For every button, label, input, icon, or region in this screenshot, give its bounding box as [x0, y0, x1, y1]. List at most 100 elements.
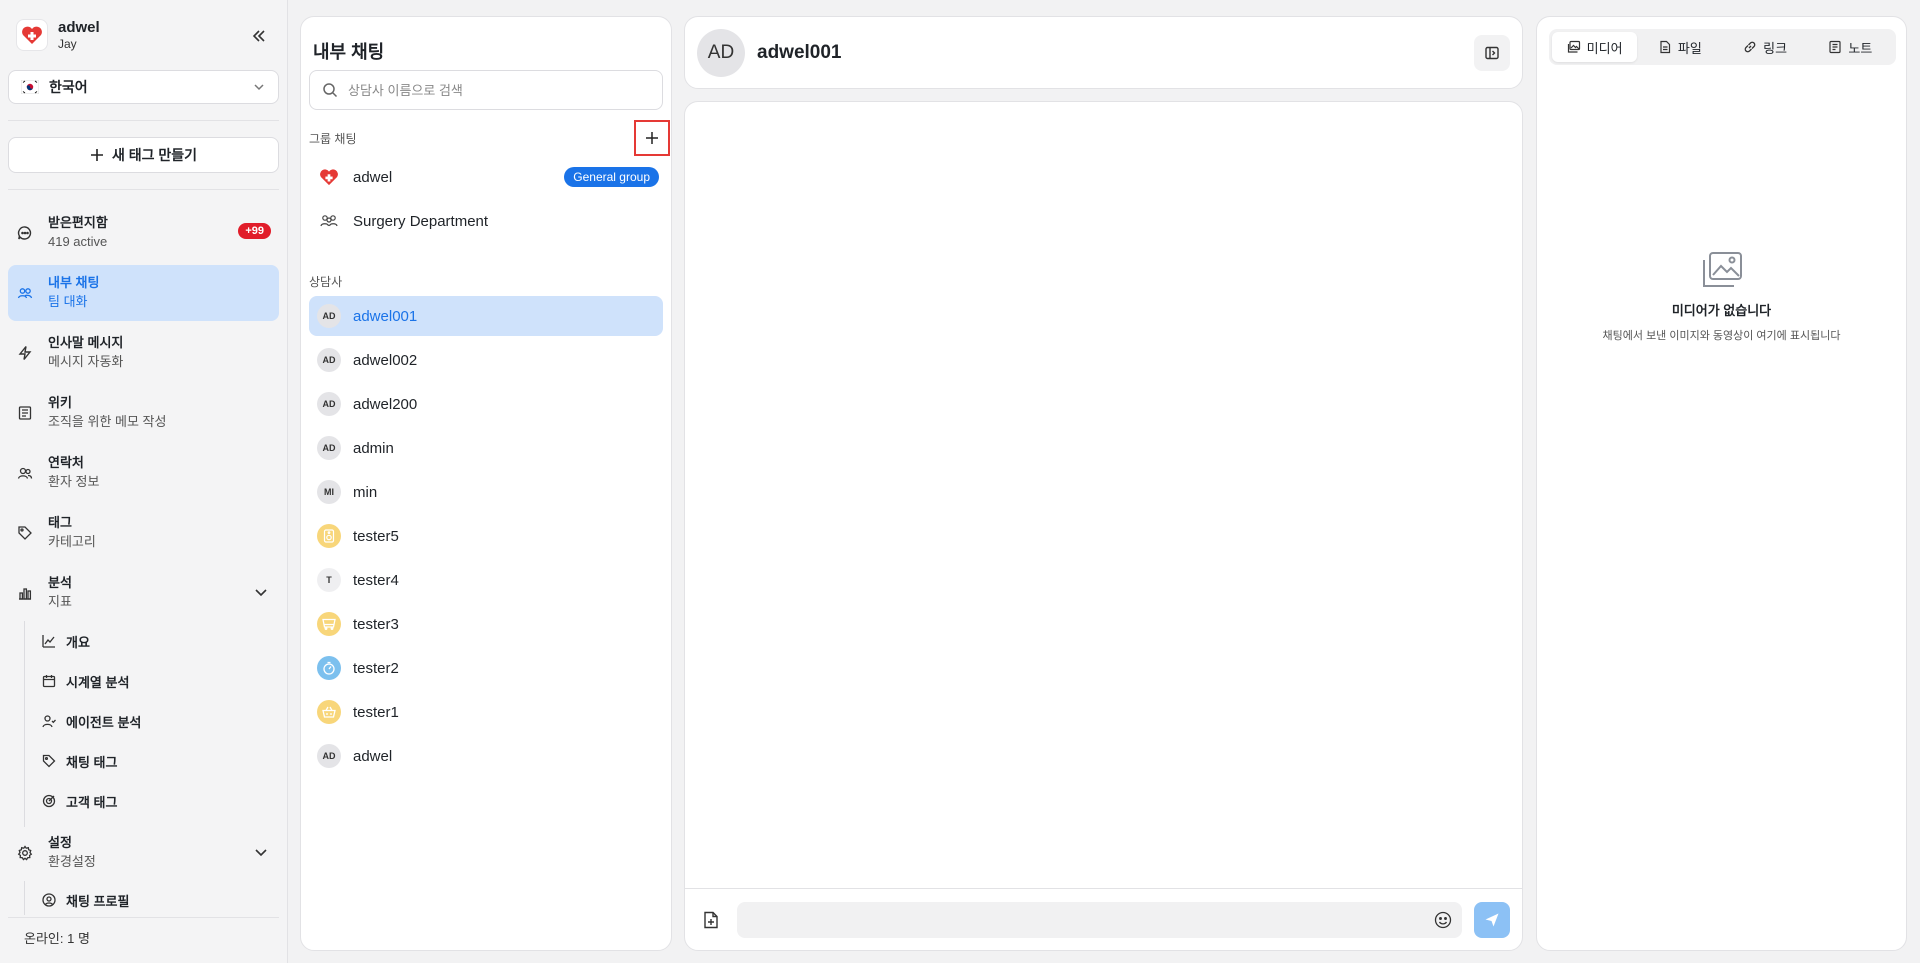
collapse-sidebar-button[interactable] [247, 24, 271, 48]
korea-flag-icon [21, 80, 39, 94]
attach-file-button[interactable] [697, 906, 725, 934]
divider [8, 120, 279, 121]
nav-subtitle: 환자 정보 [48, 474, 100, 489]
nav-title: 위키 [48, 395, 72, 410]
agent-row-selected[interactable]: AD adwel001 [309, 296, 663, 336]
search-icon [323, 83, 338, 98]
tab-label: 미디어 [1586, 40, 1623, 56]
group-section-label: 그룹 채팅 [309, 132, 357, 146]
send-icon [1485, 913, 1499, 926]
brand-name: adwel [58, 19, 100, 36]
brand-user: Jay [58, 37, 77, 51]
nav-title: 받은편지함 [48, 215, 108, 230]
chevron-down-icon[interactable] [253, 844, 269, 863]
toggle-side-panel-button[interactable] [1474, 35, 1510, 71]
agent-row[interactable]: tester2 [309, 648, 663, 688]
agent-name: min [353, 483, 378, 501]
tab-media[interactable]: 미디어 [1552, 32, 1638, 62]
nav-title: 연락처 [48, 455, 84, 470]
search-input[interactable] [348, 82, 650, 98]
agent-name: adwel200 [353, 395, 418, 413]
nav-title: 태그 [48, 515, 72, 530]
avatar: MI [317, 480, 341, 504]
add-group-button[interactable] [634, 120, 670, 156]
tab-files[interactable]: 파일 [1637, 32, 1722, 62]
document-icon [16, 404, 34, 422]
avatar: T [317, 568, 341, 592]
conversation-header: AD adwel001 [684, 16, 1523, 89]
search-box[interactable] [309, 70, 663, 110]
nav-item-contacts[interactable]: 연락처환자 정보 [8, 445, 279, 501]
agent-row[interactable]: tester3 [309, 604, 663, 644]
nav-item-greeting[interactable]: 인사말 메시지 메시지 자동화 [8, 325, 279, 381]
double-chevron-left-icon [252, 30, 265, 42]
users-icon [16, 464, 34, 482]
send-button[interactable] [1474, 901, 1510, 938]
nav-title: 인사말 메시지 [48, 335, 124, 350]
agent-row[interactable]: tester1 [309, 692, 663, 732]
emoji-icon[interactable] [1434, 911, 1452, 929]
nav-item-internal-chat[interactable]: 내부 채팅 팀 대화 [8, 265, 279, 321]
nav-item-analytics[interactable]: 분석 지표 [8, 565, 279, 621]
message-input[interactable] [737, 901, 1462, 938]
empty-media-state: 미디어가 없습니다 채팅에서 보낸 이미지와 동영상이 여기에 표시됩니다 [1537, 251, 1906, 343]
divider [8, 917, 279, 918]
language-label: 한국어 [49, 79, 88, 95]
tab-links[interactable]: 링크 [1723, 32, 1808, 62]
calendar-icon [42, 675, 56, 688]
sub-item-label: 채팅 프로필 [66, 893, 130, 909]
group-row[interactable]: adwel General group [309, 157, 663, 197]
sub-item-customer-tags[interactable]: 고객 태그 [32, 785, 272, 817]
plus-icon [90, 149, 103, 161]
nav-subtitle: 카테고리 [48, 534, 96, 549]
file-plus-icon [704, 911, 718, 928]
sub-item-label: 시계열 분석 [66, 674, 130, 690]
heart-logo-icon [317, 165, 341, 189]
agent-name: tester3 [353, 615, 399, 633]
tab-label: 노트 [1848, 40, 1873, 56]
sub-item-chat-profile[interactable]: 채팅 프로필 [32, 884, 272, 916]
agent-row[interactable]: T tester4 [309, 560, 663, 600]
chat-bubble-icon [16, 224, 34, 242]
agent-name: admin [353, 439, 394, 457]
avatar: AD [317, 436, 341, 460]
nav-item-tags[interactable]: 태그카테고리 [8, 505, 279, 561]
sub-item-label: 고객 태그 [66, 794, 118, 810]
agent-row[interactable]: MI min [309, 472, 663, 512]
nav-item-inbox[interactable]: 받은편지함 419 active +99 [8, 205, 279, 261]
tab-notes[interactable]: 노트 [1808, 32, 1893, 62]
sub-item-overview[interactable]: 개요 [32, 625, 272, 657]
nav-item-wiki[interactable]: 위키 조직을 위한 메모 작성 [8, 385, 279, 441]
agent-row[interactable]: AD admin [309, 428, 663, 468]
team-icon [16, 284, 34, 302]
language-select[interactable]: 한국어 [8, 70, 279, 104]
sub-item-label: 에이전트 분석 [66, 714, 142, 730]
sub-item-agent-analysis[interactable]: 에이전트 분석 [32, 705, 272, 737]
nav-item-settings[interactable]: 설정 환경설정 [8, 825, 279, 881]
chevron-down-icon [254, 84, 264, 91]
conversation-avatar: AD [697, 28, 745, 77]
agent-row[interactable]: AD adwel002 [309, 340, 663, 380]
sub-item-timeseries[interactable]: 시계열 분석 [32, 665, 272, 697]
chevron-down-icon[interactable] [253, 584, 269, 603]
agent-row[interactable]: AD adwel200 [309, 384, 663, 424]
avatar: AD [317, 304, 341, 328]
avatar: AD [317, 348, 341, 372]
message-area [684, 101, 1523, 951]
nav-subtitle: 팀 대화 [48, 294, 88, 309]
agent-row[interactable]: AD adwel [309, 736, 663, 776]
panel-toggle-icon [1485, 46, 1499, 60]
agent-name: tester4 [353, 571, 399, 589]
agent-row[interactable]: tester5 [309, 516, 663, 556]
conversation-name: adwel001 [757, 41, 842, 63]
agent-name: tester2 [353, 659, 399, 677]
sub-item-chat-tags[interactable]: 채팅 태그 [32, 745, 272, 777]
chat-list-title: 내부 채팅 [313, 42, 385, 62]
group-row[interactable]: Surgery Department [309, 201, 663, 241]
images-icon [1567, 40, 1580, 53]
new-tag-button[interactable]: 새 태그 만들기 [8, 137, 279, 173]
brand: adwel Jay [16, 19, 100, 51]
user-circle-icon [42, 893, 56, 907]
new-tag-label: 새 태그 만들기 [111, 147, 198, 163]
stopwatch-avatar-icon [317, 656, 341, 680]
